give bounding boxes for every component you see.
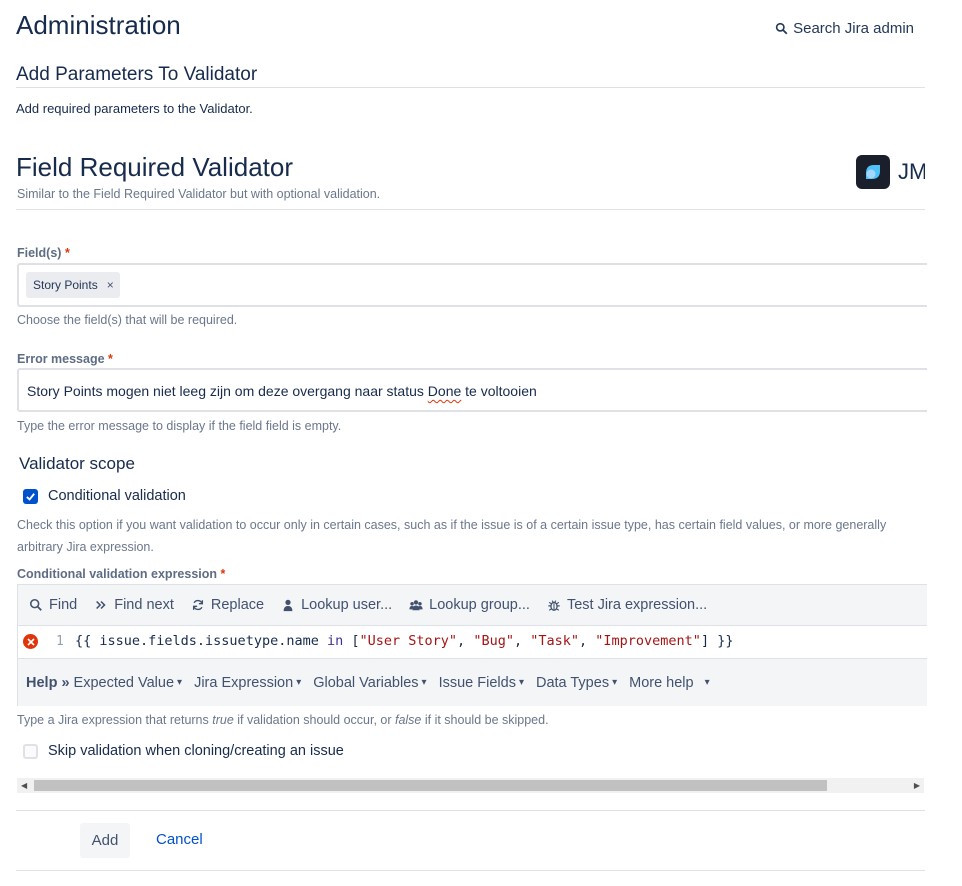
find-label: Find — [49, 597, 78, 613]
lookup-group-label: Lookup group... — [429, 597, 530, 613]
replace-label: Replace — [210, 597, 265, 613]
divider — [16, 209, 925, 210]
find-button[interactable]: Find — [29, 597, 77, 613]
double-chevron-right-icon — [96, 600, 106, 610]
section-title: Add Parameters To Validator — [16, 64, 258, 85]
help-expected-value[interactable]: Expected Value ▾ — [74, 675, 183, 691]
expression-editor[interactable]: Find Find next Replace Lookup user... Lo… — [17, 584, 927, 706]
section-description: Add required parameters to the Validator… — [16, 101, 253, 116]
chevron-down-icon: ▾ — [296, 677, 302, 688]
skip-validation-label[interactable]: Skip validation when cloning/creating an… — [48, 743, 344, 759]
search-jira-admin-label: Search Jira admin — [793, 20, 914, 37]
error-message-helper: Type the error message to display if the… — [17, 419, 342, 433]
required-mark: * — [108, 352, 113, 366]
help-jira-expression[interactable]: Jira Expression ▾ — [194, 675, 301, 691]
expression-helper: Type a Jira expression that returns true… — [17, 713, 549, 727]
required-mark: * — [220, 567, 226, 581]
divider — [16, 810, 925, 811]
conditional-validation-label[interactable]: Conditional validation — [48, 488, 186, 504]
search-icon — [29, 598, 42, 611]
expression-label: Conditional validation expression * — [17, 567, 226, 581]
lookup-user-button[interactable]: Lookup user... — [281, 597, 392, 613]
conditional-validation-checkbox[interactable] — [23, 489, 38, 504]
horizontal-scrollbar[interactable]: ◀ ▶ — [17, 778, 924, 793]
divider — [16, 87, 925, 88]
jmwe-logo-icon — [856, 155, 890, 189]
brand-text: JMWE — [898, 159, 925, 184]
fields-helper: Choose the field(s) that will be require… — [17, 313, 238, 327]
fields-label: Field(s) * — [17, 246, 70, 260]
scroll-right-icon[interactable]: ▶ — [914, 781, 920, 790]
divider — [16, 870, 925, 871]
lookup-group-button[interactable]: Lookup group... — [409, 597, 530, 613]
scroll-thumb[interactable] — [34, 780, 827, 791]
code-text: {{ issue.fields.issuetype.name in ["User… — [75, 633, 734, 649]
check-icon — [26, 493, 35, 501]
find-next-label: Find next — [114, 597, 174, 613]
editor-toolbar: Find Find next Replace Lookup user... Lo… — [18, 585, 927, 626]
chevron-down-icon: ▾ — [177, 677, 183, 688]
help-bar: Help » Expected Value ▾ Jira Expression ▾ … — [18, 658, 927, 706]
brand: JMWE — [856, 155, 925, 189]
help-issue-fields[interactable]: Issue Fields ▾ — [439, 675, 524, 691]
line-number: 1 — [56, 634, 64, 649]
page-title: Administration — [16, 10, 181, 40]
search-icon — [775, 22, 788, 35]
error-message-value: Story Points mogen niet leeg zijn om dez… — [27, 383, 537, 399]
double-chevron-right-icon: » — [61, 674, 70, 691]
error-message-input[interactable]: Story Points mogen niet leeg zijn om dez… — [17, 368, 927, 412]
group-icon — [409, 600, 423, 611]
search-jira-admin-link[interactable]: Search Jira admin — [775, 20, 914, 37]
chevron-down-icon: ▾ — [518, 677, 524, 688]
chevron-down-icon: ▾ — [612, 677, 618, 688]
help-global-variables[interactable]: Global Variables ▾ — [313, 675, 426, 691]
cancel-button[interactable]: Cancel — [156, 831, 203, 848]
scroll-left-icon[interactable]: ◀ — [21, 781, 27, 790]
field-tag-story-points: Story Points × — [26, 272, 120, 298]
remove-tag-icon[interactable]: × — [107, 278, 114, 292]
user-icon — [283, 599, 293, 612]
error-icon — [23, 634, 38, 649]
help-label: Help » — [26, 674, 70, 691]
add-button[interactable]: Add — [80, 823, 130, 858]
help-data-types[interactable]: Data Types ▾ — [536, 675, 617, 691]
validator-subtitle: Similar to the Field Required Validator … — [17, 187, 381, 201]
test-jira-expression-button[interactable]: Test Jira expression... — [547, 597, 707, 613]
chevron-down-icon: ▾ — [704, 677, 710, 688]
help-more-help[interactable]: More help ▾ — [629, 675, 710, 691]
replace-button[interactable]: Replace — [191, 597, 264, 613]
test-jira-expression-label: Test Jira expression... — [566, 597, 708, 613]
conditional-validation-description: Check this option if you want validation… — [17, 518, 887, 554]
chevron-down-icon: ▾ — [421, 677, 427, 688]
required-mark: * — [64, 246, 70, 260]
refresh-icon — [192, 599, 203, 611]
skip-validation-checkbox[interactable] — [23, 744, 38, 759]
find-next-button[interactable]: Find next — [94, 597, 174, 613]
fields-select[interactable]: Story Points × — [17, 263, 927, 307]
field-tag-label: Story Points — [33, 278, 98, 292]
validator-title: Field Required Validator — [16, 152, 293, 182]
validator-scope-title: Validator scope — [19, 454, 135, 473]
bug-icon — [548, 600, 560, 611]
code-line[interactable]: 1 {{ issue.fields.issuetype.name in ["Us… — [18, 626, 927, 658]
lookup-user-label: Lookup user... — [301, 597, 393, 613]
error-message-label: Error message * — [17, 352, 113, 366]
